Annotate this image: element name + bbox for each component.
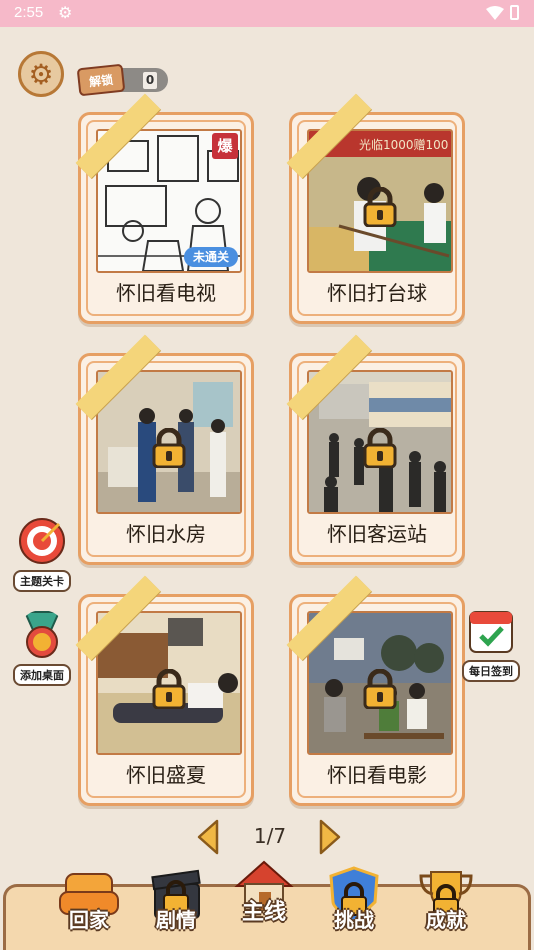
lock-icon (152, 428, 186, 468)
nav-home[interactable]: 回家 (44, 866, 134, 933)
billiard-sign: 光临1000赠100 (359, 138, 448, 152)
level-card-tv[interactable]: 爆 未通关 怀旧看电视 (75, 93, 254, 324)
add-desktop-button[interactable]: 添加桌面 (9, 610, 75, 686)
nav-main[interactable]: 主线 (219, 856, 309, 926)
level-title: 怀旧客运站 (327, 522, 427, 546)
unlock-badge: 解锁 (76, 63, 126, 97)
lock-icon (363, 428, 397, 468)
level-card-water-room[interactable]: 怀旧水房 (75, 334, 254, 565)
daily-checkin-label: 每日签到 (462, 660, 520, 682)
level-card-movie[interactable]: 怀旧看电影 (286, 575, 465, 806)
wifi-icon (486, 6, 504, 20)
status-time: 2:55 (14, 4, 44, 21)
level-title: 怀旧打台球 (327, 281, 427, 305)
level-card-summer[interactable]: 怀旧盛夏 (75, 575, 254, 806)
daily-checkin-button[interactable]: 每日签到 (458, 606, 524, 682)
level-title: 怀旧盛夏 (126, 763, 206, 787)
nav-story-label: 剧情 (156, 908, 196, 932)
target-icon (19, 518, 65, 564)
nav-main-label: 主线 (241, 900, 286, 925)
nav-challenge-label: 挑战 (334, 908, 374, 932)
theme-level-button[interactable]: 主题关卡 (9, 516, 75, 592)
nav-challenge[interactable]: 挑战 (309, 866, 399, 933)
pager: 1/7 (195, 818, 345, 858)
calendar-check-icon (469, 611, 513, 653)
nav-achievement-label: 成就 (426, 908, 466, 932)
level-title: 怀旧水房 (126, 522, 206, 546)
theme-level-label: 主题关卡 (13, 570, 71, 592)
page-indicator: 1/7 (253, 824, 287, 848)
gear-icon: ⚙ (28, 57, 54, 91)
settings-status-icon: ⚙ (58, 5, 73, 22)
battery-icon (510, 5, 519, 20)
level-title: 怀旧看电影 (327, 763, 427, 787)
nav-home-label: 回家 (69, 908, 109, 932)
status-bar: 2:55 ⚙ (0, 0, 534, 27)
not-cleared-badge: 未通关 (184, 247, 238, 267)
level-card-bus-station[interactable]: 怀旧客运站 (286, 334, 465, 565)
medal-icon (23, 611, 61, 658)
lock-icon (152, 669, 186, 709)
lock-icon (363, 669, 397, 709)
next-page-arrow-icon[interactable] (315, 818, 343, 856)
level-title: 怀旧看电视 (116, 281, 216, 305)
settings-button[interactable]: ⚙ (18, 51, 64, 97)
lock-icon (363, 187, 397, 227)
nav-story[interactable]: 剧情 (131, 866, 221, 933)
nav-achievement[interactable]: 成就 (401, 866, 491, 933)
add-desktop-label: 添加桌面 (13, 664, 71, 686)
prev-page-arrow-icon[interactable] (195, 818, 223, 856)
unlock-count: 0 (143, 72, 157, 89)
hot-badge: 爆 (212, 133, 238, 159)
level-card-billiards[interactable]: 光临1000赠100 怀旧打台球 (286, 93, 465, 324)
